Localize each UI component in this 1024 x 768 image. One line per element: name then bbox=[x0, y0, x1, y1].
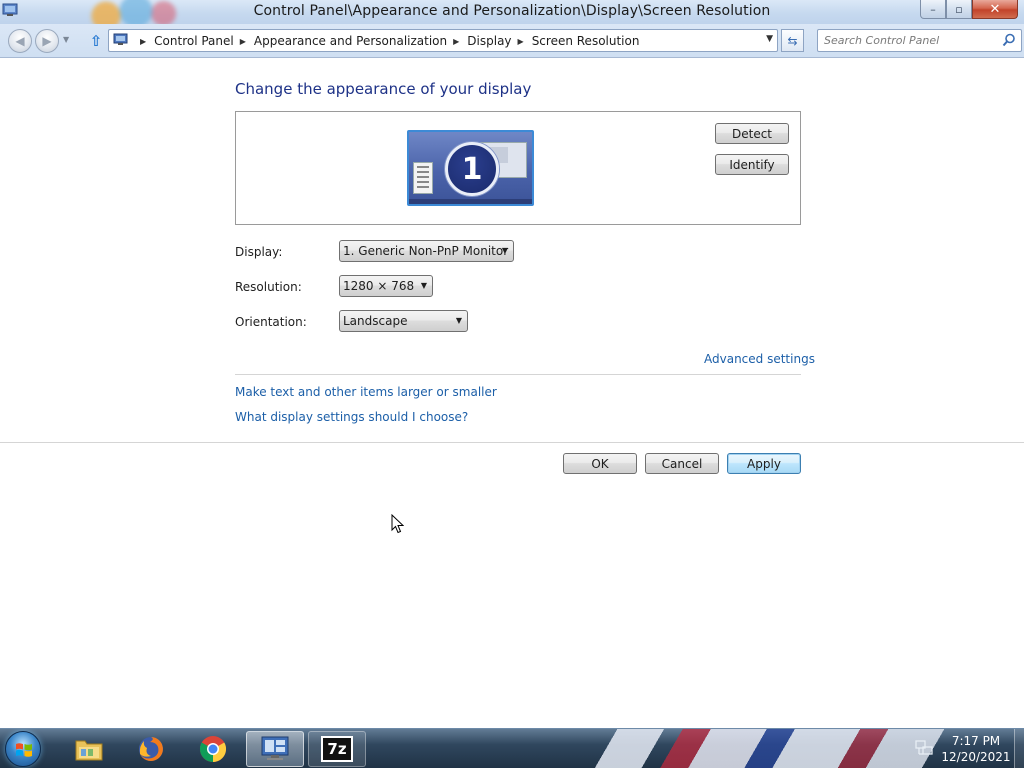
search-box[interactable] bbox=[817, 29, 1022, 52]
taskbar: 7z 7:17 PM 12/20/2021 bbox=[0, 728, 1024, 768]
taskbar-chrome[interactable] bbox=[184, 731, 242, 767]
thumbnail-window-icon bbox=[413, 162, 433, 194]
chevron-down-icon: ▼ bbox=[501, 246, 508, 255]
back-button[interactable]: ◀ bbox=[8, 29, 32, 53]
taskbar-file-explorer[interactable] bbox=[60, 731, 118, 767]
close-icon: ✕ bbox=[989, 1, 1001, 17]
divider bbox=[0, 442, 1024, 443]
close-button[interactable]: ✕ bbox=[972, 0, 1018, 19]
monitor-number-badge: 1 bbox=[445, 142, 499, 196]
breadcrumb-separator-icon[interactable]: ▶ bbox=[140, 37, 146, 46]
breadcrumb-appearance[interactable]: Appearance and Personalization bbox=[254, 34, 447, 48]
history-buttons: ◀ ▶ ▼ bbox=[6, 29, 76, 53]
control-panel-icon bbox=[261, 736, 289, 760]
search-icon[interactable] bbox=[1002, 33, 1016, 47]
cancel-button[interactable]: Cancel bbox=[645, 453, 719, 474]
control-panel-icon bbox=[113, 33, 128, 45]
breadcrumb-separator-icon[interactable]: ▶ bbox=[453, 37, 459, 46]
display-select-value: 1. Generic Non-PnP Monitor bbox=[343, 244, 509, 258]
window-title: Control Panel\Appearance and Personaliza… bbox=[253, 3, 771, 19]
text-size-link[interactable]: Make text and other items larger or smal… bbox=[235, 385, 497, 399]
breadcrumb-control-panel[interactable]: Control Panel bbox=[154, 34, 234, 48]
display-label: Display: bbox=[235, 245, 283, 259]
identify-button[interactable]: Identify bbox=[715, 154, 789, 175]
ok-button[interactable]: OK bbox=[563, 453, 637, 474]
chevron-down-icon: ▼ bbox=[420, 281, 427, 290]
taskbar-control-panel[interactable] bbox=[246, 731, 304, 767]
breadcrumb-display[interactable]: Display bbox=[467, 34, 511, 48]
recent-pages-dropdown-icon[interactable]: ▼ bbox=[63, 35, 69, 44]
network-icon[interactable] bbox=[915, 740, 933, 756]
thumbnail-taskbar bbox=[409, 199, 532, 204]
minimize-icon: – bbox=[930, 2, 936, 16]
forward-button[interactable]: ▶ bbox=[35, 29, 59, 53]
system-clock[interactable]: 7:17 PM 12/20/2021 bbox=[938, 733, 1014, 765]
back-arrow-icon: ◀ bbox=[15, 34, 25, 48]
folder-icon bbox=[75, 740, 103, 761]
maximize-icon: ▫ bbox=[955, 2, 963, 16]
content-area: Change the appearance of your display 1 … bbox=[0, 59, 1024, 727]
forward-arrow-icon: ▶ bbox=[42, 34, 52, 48]
advanced-settings-link[interactable]: Advanced settings bbox=[704, 352, 815, 366]
orientation-select-value: Landscape bbox=[343, 314, 408, 328]
resolution-select-value: 1280 × 768 bbox=[343, 279, 415, 293]
window-controls: – ▫ ✕ bbox=[920, 0, 1018, 20]
7zip-icon: 7z bbox=[321, 736, 353, 762]
search-input[interactable] bbox=[824, 33, 994, 48]
apply-button[interactable]: Apply bbox=[727, 453, 801, 474]
resolution-label: Resolution: bbox=[235, 280, 302, 294]
up-one-level-icon[interactable]: ⇧ bbox=[88, 33, 104, 49]
page-title: Change the appearance of your display bbox=[235, 80, 532, 98]
address-dropdown-icon[interactable]: ▼ bbox=[766, 34, 773, 44]
minimize-button[interactable]: – bbox=[920, 0, 946, 19]
orientation-label: Orientation: bbox=[235, 315, 307, 329]
windows-logo-icon bbox=[16, 743, 32, 757]
chrome-icon bbox=[199, 736, 227, 763]
breadcrumb-separator-icon[interactable]: ▶ bbox=[240, 37, 246, 46]
start-button[interactable] bbox=[5, 731, 41, 767]
divider bbox=[235, 374, 801, 375]
title-bar: Control Panel\Appearance and Personaliza… bbox=[0, 0, 1024, 24]
resolution-select[interactable]: 1280 × 768 ▼ bbox=[339, 275, 433, 297]
monitor-1-thumbnail[interactable]: 1 bbox=[407, 130, 534, 206]
taskbar-firefox[interactable] bbox=[122, 731, 180, 767]
breadcrumb: ▶ Control Panel ▶ Appearance and Persona… bbox=[134, 34, 639, 48]
firefox-icon bbox=[139, 737, 163, 761]
orientation-select[interactable]: Landscape ▼ bbox=[339, 310, 468, 332]
maximize-button[interactable]: ▫ bbox=[946, 0, 972, 19]
monitor-arrangement-panel: 1 Detect Identify bbox=[235, 111, 801, 225]
breadcrumb-separator-icon[interactable]: ▶ bbox=[518, 37, 524, 46]
address-bar[interactable]: ▶ Control Panel ▶ Appearance and Persona… bbox=[108, 29, 778, 52]
show-desktop-button[interactable] bbox=[1014, 729, 1024, 768]
refresh-icon: ⇆ bbox=[787, 33, 798, 48]
chevron-down-icon: ▼ bbox=[455, 316, 462, 325]
clock-date: 12/20/2021 bbox=[941, 750, 1011, 764]
mouse-pointer-icon bbox=[391, 514, 404, 534]
display-settings-help-link[interactable]: What display settings should I choose? bbox=[235, 410, 468, 424]
refresh-button[interactable]: ⇆ bbox=[781, 29, 804, 52]
clock-time: 7:17 PM bbox=[951, 734, 1001, 748]
breadcrumb-screen-resolution[interactable]: Screen Resolution bbox=[532, 34, 640, 48]
detect-button[interactable]: Detect bbox=[715, 123, 789, 144]
display-select[interactable]: 1. Generic Non-PnP Monitor ▼ bbox=[339, 240, 514, 262]
taskbar-7zip[interactable]: 7z bbox=[308, 731, 366, 767]
